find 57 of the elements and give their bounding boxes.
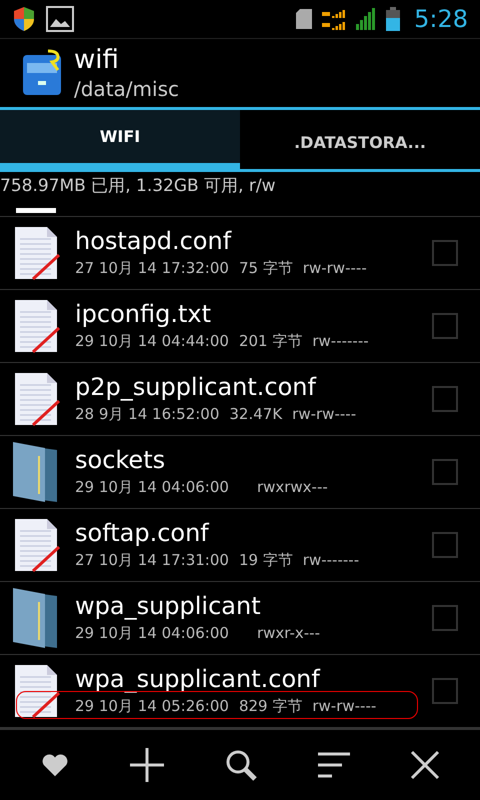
file-name: sockets xyxy=(75,445,166,475)
file-permissions: rw------- xyxy=(302,550,360,571)
file-permissions: rw-rw---- xyxy=(302,258,367,279)
document-icon xyxy=(13,371,61,427)
file-date: 29 10月 14 04:44:00 xyxy=(75,331,229,352)
document-icon xyxy=(13,298,61,354)
file-row[interactable]: hostapd.conf 27 10月 14 17:32:00 75 字节 rw-rw---- xyxy=(0,217,480,290)
file-row[interactable]: softap.conf 27 10月 14 17:31:00 19 字节 rw------- xyxy=(0,509,480,582)
folder-tab[interactable]: WIFI xyxy=(0,110,240,172)
file-permissions: rw------- xyxy=(312,331,369,352)
file-permissions: rw-rw---- xyxy=(312,696,376,717)
file-date: 29 10月 14 05:26:00 xyxy=(75,696,229,717)
checkbox[interactable] xyxy=(432,459,458,485)
storage-info: 758.97MB 已用, 1.32GB 可用, r/w xyxy=(0,175,277,198)
document-icon xyxy=(13,225,61,281)
folder-title: wifi xyxy=(74,44,120,76)
file-cabinet-icon xyxy=(22,49,64,97)
folder-path: /data/misc xyxy=(74,76,179,102)
shield-icon xyxy=(12,6,36,32)
file-row[interactable]: wpa_supplicant.conf 29 10月 14 05:26:00 829 字节 rw-rw---- xyxy=(0,655,480,728)
checkbox[interactable] xyxy=(432,532,458,558)
file-permissions: rwxrwx--- xyxy=(256,477,328,498)
file-permissions: rw-rw---- xyxy=(292,404,356,425)
file-date: 27 10月 14 17:32:00 xyxy=(75,258,229,279)
file-row[interactable]: p2p_supplicant.conf 28 9月 14 16:52:00 32.47K rw-rw---- xyxy=(0,363,480,436)
signal-icon xyxy=(356,8,376,30)
file-date: 28 9月 14 16:52:00 xyxy=(75,404,220,425)
file-name: hostapd.conf xyxy=(75,226,233,256)
file-permissions: rwxr-x--- xyxy=(256,623,320,644)
file-size: 19 字节 xyxy=(238,550,293,571)
file-date: 29 10月 14 04:06:00 xyxy=(75,477,229,498)
file-size: 32.47K xyxy=(229,404,282,425)
checkbox[interactable] xyxy=(432,240,458,266)
document-icon xyxy=(13,517,61,573)
file-date: 27 10月 14 17:31:00 xyxy=(75,550,229,571)
file-row[interactable]: ipconfig.txt 29 10月 14 04:44:00 201 字节 rw------- xyxy=(0,290,480,363)
file-name: wpa_supplicant.conf xyxy=(75,664,322,694)
checkbox[interactable] xyxy=(432,386,458,412)
file-size: 829 字节 xyxy=(238,696,302,717)
file-row[interactable]: wpa_supplicant 29 10月 14 04:06:00 rwxr-x--- xyxy=(0,582,480,655)
file-size: 201 字节 xyxy=(238,331,302,352)
checkbox[interactable] xyxy=(432,678,458,704)
image-icon xyxy=(46,6,74,32)
file-row[interactable]: sockets 29 10月 14 04:06:00 rwxrwx--- xyxy=(0,436,480,509)
signal-3g-icon xyxy=(322,8,346,30)
file-date: 29 10月 14 04:06:00 xyxy=(75,623,229,644)
file-name: wpa_supplicant xyxy=(75,591,262,621)
file-name: ipconfig.txt xyxy=(75,299,212,329)
file-size: 75 字节 xyxy=(238,258,293,279)
checkbox[interactable] xyxy=(432,605,458,631)
document-icon xyxy=(13,663,61,719)
file-name: softap.conf xyxy=(75,518,210,548)
clock-time: 5:28 xyxy=(414,5,468,33)
file-name: p2p_supplicant.conf xyxy=(75,372,318,402)
battery-icon xyxy=(386,7,400,31)
checkbox[interactable] xyxy=(432,313,458,339)
sd-card-icon xyxy=(296,9,312,29)
